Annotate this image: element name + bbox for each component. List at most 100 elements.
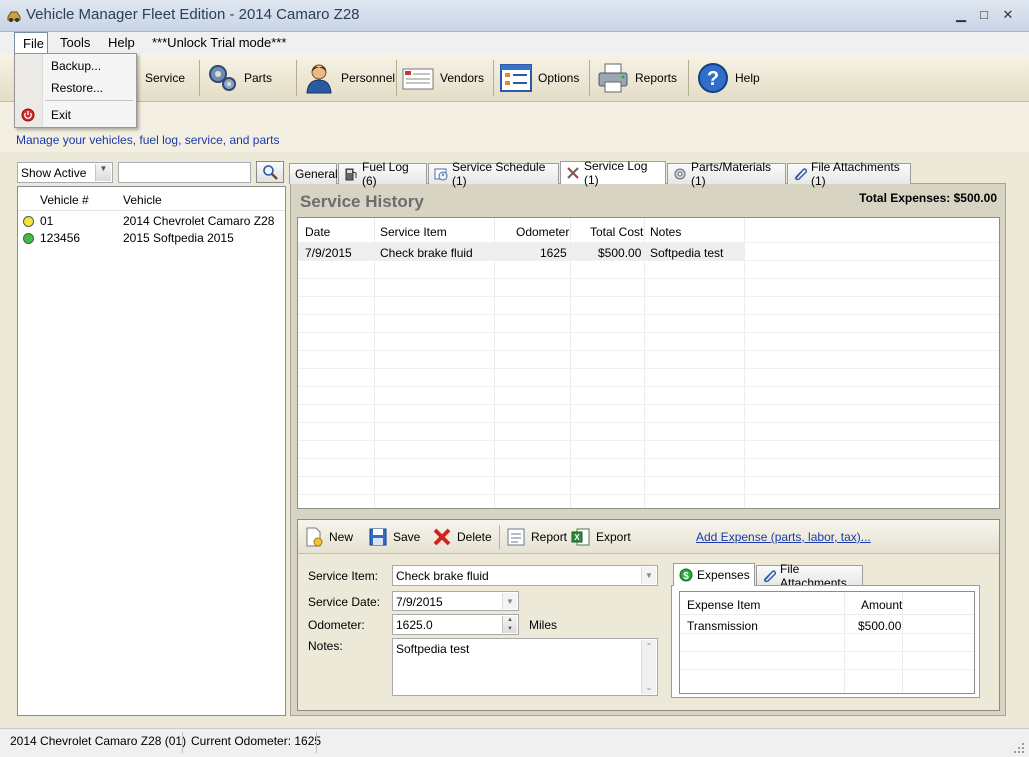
wrench-icon	[567, 167, 579, 179]
col-header-total-cost[interactable]: Total Cost	[590, 225, 643, 239]
status-separator	[316, 732, 317, 753]
vendor-card-icon	[402, 68, 434, 90]
row-divider	[680, 651, 974, 652]
menu-item-exit[interactable]: Exit	[51, 108, 71, 122]
export-button[interactable]: X Export	[571, 526, 631, 548]
scroll-up-icon[interactable]: ⌃	[642, 642, 656, 651]
new-button[interactable]: New	[304, 526, 353, 548]
tab-label: General	[295, 167, 338, 181]
notes-textarea[interactable]: Softpedia test ⌃ ⌄	[392, 638, 658, 696]
column-divider	[374, 218, 375, 508]
cell-notes: Softpedia test	[650, 246, 724, 260]
vehicle-list: Vehicle # Vehicle 01 2014 Chevrolet Cama…	[17, 186, 286, 716]
close-button[interactable]: ✕	[997, 6, 1019, 24]
toolbar-separator	[688, 60, 689, 96]
row-divider	[298, 350, 999, 351]
status-bar: 2014 Chevrolet Camaro Z28 (01) Current O…	[0, 728, 1029, 757]
scrollbar[interactable]: ⌃ ⌄	[641, 640, 656, 694]
status-dot-icon	[23, 233, 34, 244]
save-button[interactable]: Save	[368, 526, 420, 548]
minimize-button[interactable]: ▁	[950, 6, 972, 24]
parts-button[interactable]: Parts	[206, 60, 272, 96]
service-detail-panel: New Save Delete Report X Export Add Expe…	[297, 519, 1000, 711]
status-odometer: Current Odometer: 1625	[191, 734, 322, 748]
service-date-label: Service Date:	[308, 595, 381, 609]
column-divider	[844, 592, 845, 693]
chevron-down-icon: ▼	[502, 593, 517, 609]
delete-button[interactable]: Delete	[432, 526, 492, 548]
main-toolbar: Service Parts Personnel Vendors Options …	[0, 54, 1029, 102]
col-header-odometer[interactable]: Odometer	[516, 225, 569, 239]
menu-unlock-trial[interactable]: ***Unlock Trial mode***	[152, 35, 286, 50]
row-divider	[680, 614, 974, 615]
menu-item-restore[interactable]: Restore...	[51, 81, 103, 95]
new-document-icon	[306, 527, 323, 547]
add-expense-link[interactable]: Add Expense (parts, labor, tax)...	[696, 530, 871, 544]
file-menu-dropdown: Backup... Restore... Exit	[14, 53, 137, 128]
filter-dropdown[interactable]: Show Active ▼	[17, 162, 113, 183]
options-button[interactable]: Options	[500, 60, 579, 96]
column-divider	[744, 218, 745, 508]
col-header-expense-item[interactable]: Expense Item	[687, 598, 760, 612]
search-input[interactable]	[118, 162, 251, 183]
maximize-button[interactable]: □	[973, 6, 995, 24]
vendors-button[interactable]: Vendors	[402, 60, 484, 96]
tab-general[interactable]: General	[289, 163, 338, 184]
service-date-picker[interactable]: 7/9/2015 ▼	[392, 591, 519, 611]
options-label: Options	[538, 71, 580, 85]
tab-expense-attachments[interactable]: File Attachments	[756, 562, 863, 590]
col-header-amount[interactable]: Amount	[861, 598, 902, 612]
parts-label: Parts	[244, 71, 273, 85]
search-icon	[263, 165, 278, 180]
search-button[interactable]	[256, 161, 284, 183]
excel-export-icon: X	[571, 528, 590, 546]
cell-expense-item: Transmission	[687, 619, 758, 633]
menu-item-backup[interactable]: Backup...	[51, 59, 101, 73]
cell-amount: $500.00	[858, 619, 902, 633]
scroll-down-icon[interactable]: ⌄	[642, 683, 656, 692]
tab-label: File Attachments (1)	[811, 160, 900, 188]
expenses-grid: Expense Item Amount Transmission $500.00	[679, 591, 975, 694]
row-divider	[298, 476, 999, 477]
tab-file-attachments[interactable]: File Attachments (1)	[787, 160, 911, 188]
odometer-value: 1625.0	[396, 618, 433, 632]
menu-help[interactable]: Help	[108, 35, 135, 50]
service-button[interactable]: Service	[145, 60, 185, 96]
tab-service-schedule[interactable]: Service Schedule (1)	[428, 160, 559, 188]
row-divider	[680, 633, 974, 634]
export-label: Export	[596, 530, 631, 544]
service-item-label: Service Item:	[308, 569, 379, 583]
menu-tools[interactable]: Tools	[60, 35, 90, 50]
reports-button[interactable]: Reports	[597, 60, 677, 96]
col-header-notes[interactable]: Notes	[650, 225, 681, 239]
menu-file[interactable]: File	[14, 32, 48, 54]
column-divider	[494, 218, 495, 508]
vehicle-num-header[interactable]: Vehicle #	[40, 193, 89, 207]
calendar-clock-icon	[434, 168, 448, 181]
vehicle-name: 2014 Chevrolet Camaro Z28	[123, 214, 275, 228]
vehicle-row[interactable]: 123456 2015 Softpedia 2015	[18, 230, 285, 247]
col-header-service-item[interactable]: Service Item	[380, 225, 447, 239]
help-button[interactable]: ? Help	[697, 60, 760, 96]
new-label: New	[329, 530, 354, 544]
cell-service-item: Check brake fluid	[380, 246, 473, 260]
stepper-arrows-icon[interactable]: ▲ ▼	[502, 616, 517, 633]
tab-parts-materials[interactable]: Parts/Materials (1)	[667, 160, 786, 188]
resize-grip-icon[interactable]	[1013, 742, 1025, 754]
options-icon	[500, 64, 532, 92]
service-item-select[interactable]: Check brake fluid ▼	[392, 565, 658, 586]
tab-service-log[interactable]: Service Log (1)	[560, 159, 666, 187]
title-bar: Vehicle Manager Fleet Edition - 2014 Cam…	[0, 0, 1029, 32]
report-button[interactable]: Report	[506, 526, 567, 548]
col-header-date[interactable]: Date	[305, 225, 330, 239]
tab-expenses[interactable]: $ Expenses	[673, 563, 755, 586]
vehicle-row[interactable]: 01 2014 Chevrolet Camaro Z28	[18, 213, 285, 230]
report-label: Report	[531, 530, 568, 544]
row-divider	[298, 458, 999, 459]
notes-value: Softpedia test	[396, 642, 470, 656]
odometer-stepper[interactable]: 1625.0 ▲ ▼	[392, 614, 519, 635]
personnel-button[interactable]: Personnel	[303, 60, 395, 96]
tab-fuel-log[interactable]: Fuel Log (6)	[338, 160, 427, 188]
vehicle-name-header[interactable]: Vehicle	[123, 193, 162, 207]
tab-label: Service Schedule (1)	[452, 160, 546, 188]
